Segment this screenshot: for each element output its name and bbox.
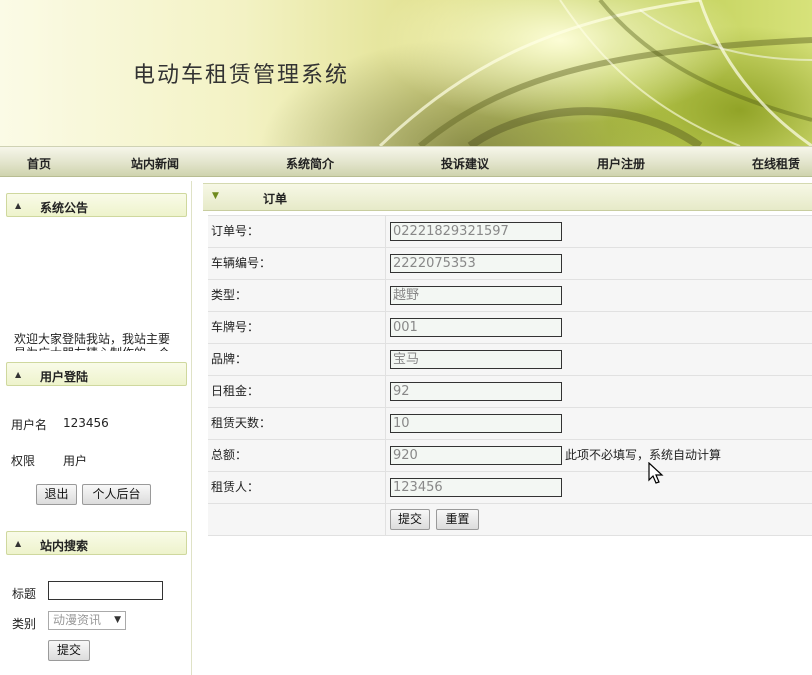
- search-title: 站内搜索: [40, 539, 89, 553]
- announcement-header[interactable]: ▲ 系统公告: [6, 193, 187, 217]
- vehicle-no-field[interactable]: 2222075353: [390, 254, 562, 273]
- login-header[interactable]: ▲ 用户登陆: [6, 362, 187, 386]
- form-row: 品牌： 宝马: [208, 343, 812, 375]
- renter-field[interactable]: 123456: [390, 478, 562, 497]
- nav-register[interactable]: 用户注册: [597, 155, 645, 172]
- nav-feedback[interactable]: 投诉建议: [441, 155, 489, 172]
- main-nav: 首页 站内新闻 系统简介 投诉建议 用户注册 在线租赁: [0, 146, 812, 177]
- rent-days-field[interactable]: 10: [390, 414, 562, 433]
- total-label: 总额：: [208, 440, 386, 471]
- site-title: 电动车租赁管理系统: [133, 63, 350, 88]
- search-title-label: 标题: [12, 587, 37, 601]
- nav-home[interactable]: 首页: [27, 155, 51, 172]
- order-no-field[interactable]: 02221829321597: [390, 222, 562, 241]
- form-row: 订单号： 02221829321597: [208, 215, 812, 247]
- order-reset-button[interactable]: 重置: [436, 509, 479, 530]
- search-title-input[interactable]: [48, 581, 163, 600]
- nav-news[interactable]: 站内新闻: [131, 155, 179, 172]
- banner-decoration: [378, 0, 812, 146]
- username-label: 用户名: [11, 418, 48, 432]
- order-section-title: 订单: [263, 192, 288, 206]
- total-note: 此项不必填写，系统自动计算: [565, 448, 722, 462]
- form-row: 类型： 越野: [208, 279, 812, 311]
- plate-no-label: 车牌号：: [208, 312, 386, 343]
- order-no-label: 订单号：: [208, 216, 386, 247]
- triangle-icon: ▲: [15, 201, 22, 210]
- sidebar: ▲ 系统公告 欢迎大家登陆我站，我站主要是为广大朋友精心制作的一个 ▲ 用户登陆…: [0, 181, 192, 675]
- nav-about[interactable]: 系统简介: [286, 155, 334, 172]
- form-row: 租赁天数： 10: [208, 407, 812, 439]
- actions-spacer: [208, 504, 386, 536]
- triangle-icon: ▲: [15, 539, 22, 548]
- nav-rent-online[interactable]: 在线租赁: [752, 155, 800, 172]
- role-value: 用户: [63, 454, 88, 468]
- search-header[interactable]: ▲ 站内搜索: [6, 531, 187, 555]
- category-select[interactable]: 动漫资讯 ▼: [48, 611, 126, 630]
- daily-rent-label: 日租金：: [208, 376, 386, 407]
- form-row: 总额： 920 此项不必填写，系统自动计算: [208, 439, 812, 471]
- brand-label: 品牌：: [208, 344, 386, 375]
- search-category-label: 类别: [12, 617, 37, 631]
- header-banner: 电动车租赁管理系统: [0, 0, 812, 146]
- renter-label: 租赁人：: [208, 472, 386, 503]
- login-title: 用户登陆: [40, 370, 89, 384]
- form-row: 租赁人： 123456: [208, 471, 812, 503]
- mouse-pointer-icon: [648, 462, 664, 484]
- plate-no-field[interactable]: 001: [390, 318, 562, 337]
- category-selected-value: 动漫资讯: [53, 613, 102, 627]
- form-row: 日租金： 92: [208, 375, 812, 407]
- search-submit-button[interactable]: 提交: [48, 640, 90, 661]
- type-label: 类型：: [208, 280, 386, 311]
- username-value: 123456: [63, 416, 109, 430]
- announcement-text: 欢迎大家登陆我站，我站主要是为广大朋友精心制作的一个: [14, 332, 171, 351]
- logout-button[interactable]: 退出: [36, 484, 77, 505]
- vehicle-no-label: 车辆编号：: [208, 248, 386, 279]
- daily-rent-field[interactable]: 92: [390, 382, 562, 401]
- chevron-down-icon: ▼: [114, 615, 121, 625]
- role-label: 权限: [11, 454, 36, 468]
- type-field[interactable]: 越野: [390, 286, 562, 305]
- form-row: 车辆编号： 2222075353: [208, 247, 812, 279]
- order-submit-button[interactable]: 提交: [390, 509, 430, 530]
- form-row: 车牌号： 001: [208, 311, 812, 343]
- total-field[interactable]: 920: [390, 446, 562, 465]
- brand-field[interactable]: 宝马: [390, 350, 562, 369]
- triangle-down-icon: ▼: [212, 191, 219, 201]
- order-section-header: ▼ 订单: [203, 183, 812, 211]
- rent-days-label: 租赁天数：: [208, 408, 386, 439]
- triangle-icon: ▲: [15, 370, 22, 379]
- personal-backend-button[interactable]: 个人后台: [82, 484, 151, 505]
- form-actions-row: 提交 重置: [208, 503, 812, 536]
- announcement-title: 系统公告: [40, 201, 89, 215]
